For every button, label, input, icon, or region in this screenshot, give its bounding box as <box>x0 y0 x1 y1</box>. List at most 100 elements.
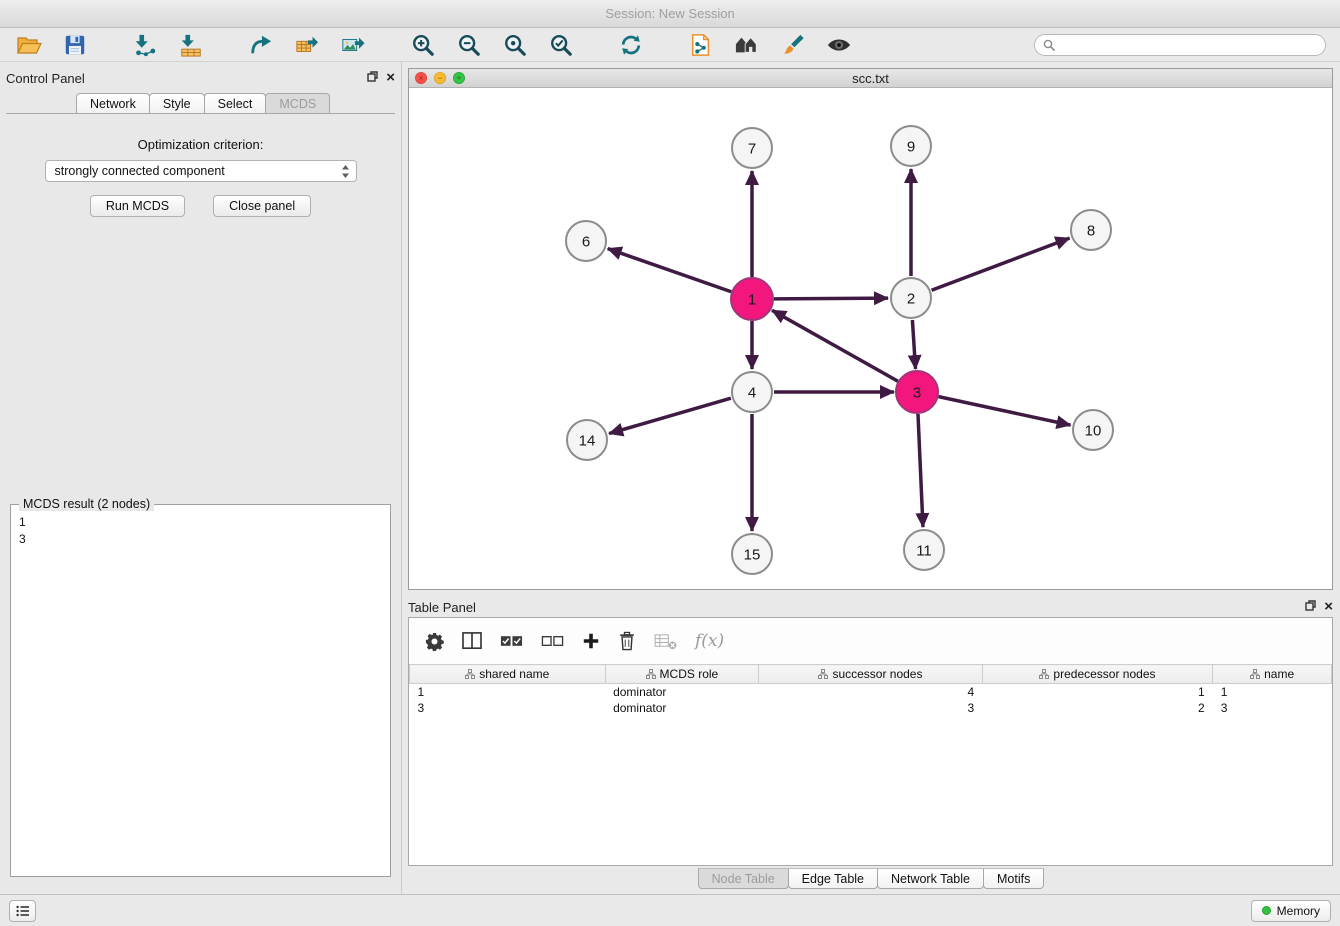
graph-node-1[interactable]: 1 <box>731 278 773 320</box>
mcds-result-list: 13 <box>17 514 384 548</box>
graph-node-3[interactable]: 3 <box>896 371 938 413</box>
tab-edge-table[interactable]: Edge Table <box>788 868 878 889</box>
graph-node-8[interactable]: 8 <box>1071 210 1111 250</box>
application-window: Session: New Session <box>0 0 1340 926</box>
graph-node-15[interactable]: 15 <box>732 534 772 574</box>
column-header-name[interactable]: name <box>1213 665 1332 684</box>
table-cell[interactable]: 3 <box>1213 700 1332 716</box>
traffic-lights: × − + <box>415 72 465 84</box>
network-canvas[interactable]: 7 9 6 8 1 2 4 3 14 10 15 11 <box>409 88 1332 589</box>
add-column-icon[interactable] <box>582 632 600 650</box>
select-all-rows-icon[interactable] <box>500 634 523 648</box>
new-network-icon[interactable] <box>246 31 276 59</box>
graph-node-label: 15 <box>744 546 761 563</box>
zoom-selected-icon[interactable] <box>546 31 576 59</box>
tab-style[interactable]: Style <box>149 93 205 113</box>
graph-edge-3-10[interactable] <box>939 397 1071 426</box>
table-cell[interactable]: 3 <box>759 700 983 716</box>
first-neighbors-icon[interactable] <box>732 31 762 59</box>
minimize-window-icon[interactable]: − <box>434 72 446 84</box>
graph-node-label: 10 <box>1085 422 1102 439</box>
table-cell[interactable]: dominator <box>605 684 759 700</box>
graph-edge-1-6[interactable] <box>608 249 732 292</box>
table-cell[interactable]: 4 <box>759 684 983 700</box>
task-history-button[interactable] <box>9 900 36 922</box>
zoom-fit-icon[interactable] <box>500 31 530 59</box>
open-session-icon[interactable] <box>14 31 44 59</box>
tab-motifs[interactable]: Motifs <box>983 868 1044 889</box>
table-settings-gear-icon[interactable] <box>425 632 444 651</box>
column-header-shared-name[interactable]: shared name <box>410 665 606 684</box>
delete-table-disabled-icon <box>654 633 677 650</box>
column-header-MCDS-role[interactable]: MCDS role <box>605 665 759 684</box>
toggle-graphics-details-icon[interactable] <box>824 31 854 59</box>
graph-edge-1-2[interactable] <box>774 298 888 299</box>
tab-network[interactable]: Network <box>76 93 150 113</box>
maximize-window-icon[interactable]: + <box>453 72 465 84</box>
graph-node-2[interactable]: 2 <box>891 278 931 318</box>
graph-edge-4-14[interactable] <box>609 398 731 433</box>
network-graph[interactable]: 7 9 6 8 1 2 4 3 14 10 15 11 <box>409 88 1332 588</box>
optimization-criterion-select[interactable]: strongly connected component <box>45 160 357 182</box>
zoom-in-icon[interactable] <box>408 31 438 59</box>
graph-edge-3-11[interactable] <box>918 414 923 527</box>
tab-mcds[interactable]: MCDS <box>265 93 330 113</box>
refresh-view-icon[interactable] <box>616 31 646 59</box>
status-bar: Memory <box>0 894 1340 926</box>
graph-node-10[interactable]: 10 <box>1073 410 1113 450</box>
export-image-icon[interactable] <box>338 31 368 59</box>
import-network-icon[interactable] <box>130 31 160 59</box>
memory-button-label: Memory <box>1277 904 1320 918</box>
table-cell[interactable]: 1 <box>410 684 606 700</box>
main-toolbar <box>0 28 1340 62</box>
graph-node-7[interactable]: 7 <box>732 128 772 168</box>
import-table-icon[interactable] <box>176 31 206 59</box>
graph-node-6[interactable]: 6 <box>566 221 606 261</box>
table-panel-tabs: Node Table Edge Table Network Table Moti… <box>408 866 1333 890</box>
window-title: Session: New Session <box>605 6 734 21</box>
float-panel-icon[interactable] <box>367 69 378 87</box>
table-cell[interactable]: dominator <box>605 700 759 716</box>
column-header-successor-nodes[interactable]: successor nodes <box>759 665 983 684</box>
save-session-icon[interactable] <box>60 31 90 59</box>
table-row[interactable]: 1dominator411 <box>410 684 1332 700</box>
memory-button[interactable]: Memory <box>1251 900 1331 922</box>
tab-select[interactable]: Select <box>204 93 267 113</box>
network-document-icon[interactable] <box>686 31 716 59</box>
search-input[interactable] <box>1060 38 1317 52</box>
table-header-row: shared nameMCDS rolesuccessor nodesprede… <box>410 665 1332 684</box>
table-row[interactable]: 3dominator323 <box>410 700 1332 716</box>
search-field[interactable] <box>1034 34 1326 56</box>
graph-edge-2-3[interactable] <box>912 320 915 369</box>
close-window-icon[interactable]: × <box>415 72 427 84</box>
close-table-panel-icon[interactable]: × <box>1324 600 1333 614</box>
delete-columns-icon[interactable] <box>618 631 636 651</box>
table-cell[interactable]: 1 <box>982 684 1213 700</box>
network-window: × − + scc.txt 7 9 6 8 1 2 4 3 14 10 15 11 <box>408 68 1333 590</box>
network-window-titlebar[interactable]: × − + scc.txt <box>409 69 1332 88</box>
table-cell[interactable]: 2 <box>982 700 1213 716</box>
close-panel-button[interactable]: Close panel <box>213 195 311 217</box>
run-mcds-button[interactable]: Run MCDS <box>90 195 185 217</box>
tab-node-table[interactable]: Node Table <box>698 868 789 889</box>
graph-node-4[interactable]: 4 <box>732 372 772 412</box>
column-header-predecessor-nodes[interactable]: predecessor nodes <box>982 665 1213 684</box>
tab-network-table[interactable]: Network Table <box>877 868 984 889</box>
control-panel: Control Panel × Network Style Select MCD… <box>0 62 402 894</box>
table-cell[interactable]: 1 <box>1213 684 1332 700</box>
close-control-panel-icon[interactable]: × <box>386 71 395 85</box>
graph-node-11[interactable]: 11 <box>904 530 944 570</box>
apply-style-icon[interactable] <box>778 31 808 59</box>
graph-edge-3-1[interactable] <box>772 310 898 381</box>
zoom-out-icon[interactable] <box>454 31 484 59</box>
table-cell[interactable]: 3 <box>410 700 606 716</box>
control-panel-tabs: Network Style Select MCDS <box>6 88 395 114</box>
deselect-all-rows-icon[interactable] <box>541 634 564 648</box>
mcds-result-line: 1 <box>17 514 384 531</box>
graph-node-9[interactable]: 9 <box>891 126 931 166</box>
toggle-columns-icon[interactable] <box>462 632 482 650</box>
export-table-icon[interactable] <box>292 31 322 59</box>
graph-node-14[interactable]: 14 <box>567 420 607 460</box>
float-table-panel-icon[interactable] <box>1305 598 1316 616</box>
graph-edge-2-8[interactable] <box>932 238 1070 290</box>
